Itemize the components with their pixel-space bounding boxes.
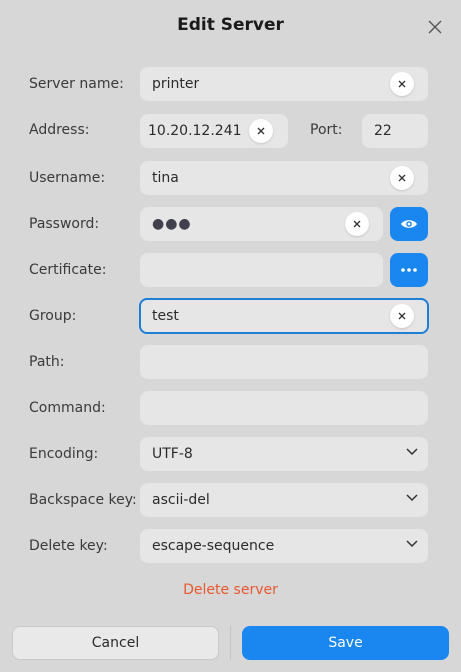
close-icon [398, 312, 406, 320]
close-button[interactable] [424, 16, 446, 38]
encoding-label: Encoding: [29, 446, 99, 462]
username-field[interactable]: tina [140, 161, 428, 195]
button-divider [230, 626, 231, 660]
save-button[interactable]: Save [242, 626, 449, 660]
password-field[interactable]: ●●● [140, 207, 383, 241]
close-icon [398, 174, 406, 182]
delete-key-label: Delete key: [29, 538, 108, 554]
encoding-value: UTF-8 [152, 446, 193, 462]
close-icon [257, 127, 265, 135]
browse-certificate-button[interactable] [390, 253, 428, 287]
port-field[interactable]: 22 [362, 114, 428, 148]
delete-key-value: escape-sequence [152, 538, 275, 554]
delete-key-select[interactable]: escape-sequence [140, 529, 428, 563]
close-icon [353, 220, 361, 228]
password-label: Password: [29, 216, 100, 232]
chevron-down-icon [406, 494, 418, 502]
address-clear-button[interactable] [249, 119, 273, 143]
close-icon [428, 20, 442, 34]
username-label: Username: [29, 170, 106, 186]
chevron-down-icon [406, 448, 418, 456]
certificate-field[interactable] [140, 253, 383, 287]
command-field[interactable] [140, 391, 428, 425]
group-field[interactable]: test [139, 298, 429, 334]
more-dots-icon [401, 268, 417, 272]
server-name-value: printer [152, 76, 200, 92]
address-value: 10.20.12.241 [148, 123, 242, 139]
backspace-key-value: ascii-del [152, 492, 210, 508]
server-name-label: Server name: [29, 76, 124, 92]
edit-server-dialog: Edit Server Server name: printer Address… [0, 0, 461, 672]
command-label: Command: [29, 400, 106, 416]
server-name-field[interactable]: printer [140, 67, 428, 101]
group-value: test [152, 308, 179, 324]
encoding-select[interactable]: UTF-8 [140, 437, 428, 471]
port-label: Port: [310, 122, 343, 138]
path-field[interactable] [140, 345, 428, 379]
delete-server-link[interactable]: Delete server [0, 582, 461, 598]
group-clear-button[interactable] [390, 304, 414, 328]
group-label: Group: [29, 308, 77, 324]
address-label: Address: [29, 122, 90, 138]
chevron-down-icon [406, 540, 418, 548]
password-value: ●●● [152, 216, 192, 232]
dialog-title: Edit Server [177, 15, 284, 35]
password-clear-button[interactable] [345, 212, 369, 236]
backspace-key-label: Backspace key: [29, 492, 137, 508]
eye-icon [401, 220, 417, 228]
server-name-clear-button[interactable] [390, 72, 414, 96]
username-value: tina [152, 170, 179, 186]
cancel-button[interactable]: Cancel [12, 626, 219, 660]
username-clear-button[interactable] [390, 166, 414, 190]
show-password-button[interactable] [390, 207, 428, 241]
backspace-key-select[interactable]: ascii-del [140, 483, 428, 517]
path-label: Path: [29, 354, 65, 370]
port-value: 22 [374, 123, 392, 139]
address-field[interactable]: 10.20.12.241 [140, 114, 288, 148]
close-icon [398, 80, 406, 88]
certificate-label: Certificate: [29, 262, 107, 278]
